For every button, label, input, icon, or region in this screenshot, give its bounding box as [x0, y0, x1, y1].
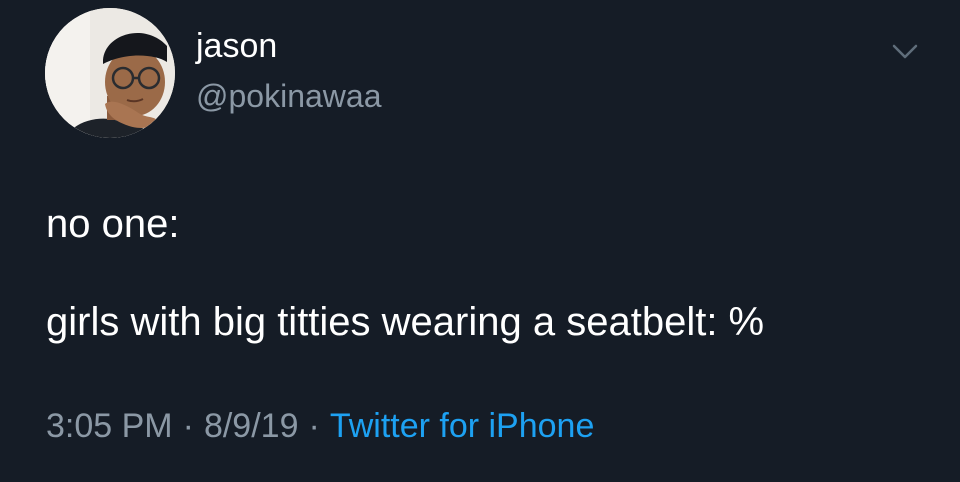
tweet-source-link[interactable]: Twitter for iPhone [330, 407, 595, 445]
separator: · [308, 407, 320, 445]
separator: · [182, 407, 194, 445]
tweet-card: jason @pokinawaa no one: girls with big … [0, 0, 960, 482]
more-options-button[interactable] [888, 40, 922, 64]
avatar-photo [45, 8, 175, 138]
user-handle[interactable]: @pokinawaa [196, 76, 381, 116]
tweet-time[interactable]: 3:05 PM [46, 407, 173, 445]
tweet-text-line: no one: [46, 202, 180, 246]
tweet-date[interactable]: 8/9/19 [204, 407, 299, 445]
chevron-down-icon [892, 44, 918, 59]
avatar[interactable] [45, 8, 175, 138]
tweet-metadata: 3:05 PM · 8/9/19 · Twitter for iPhone [46, 404, 594, 448]
display-name[interactable]: jason [196, 26, 277, 66]
tweet-text-line: girls with big titties wearing a seatbel… [46, 300, 765, 344]
